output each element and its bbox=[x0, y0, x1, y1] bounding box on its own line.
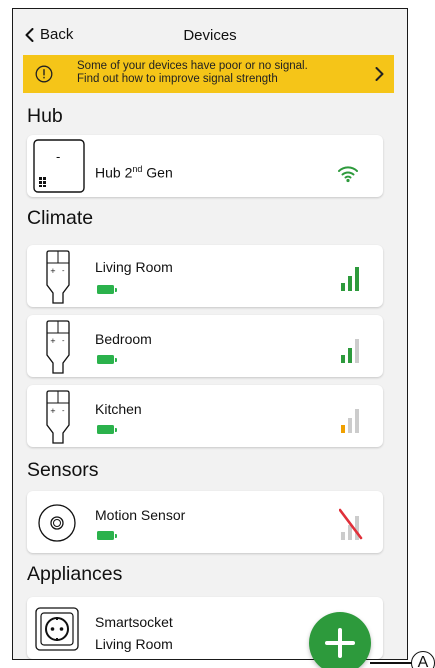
socket-icon bbox=[35, 607, 79, 651]
battery-icon bbox=[97, 285, 117, 294]
banner-text: Some of your devices have poor or no sig… bbox=[77, 60, 367, 86]
warning-icon bbox=[35, 65, 53, 83]
device-card-motion-sensor[interactable]: Motion Sensor bbox=[27, 491, 383, 553]
signal-strength-icon bbox=[341, 267, 359, 291]
device-card-living-room[interactable]: + - Living Room bbox=[27, 245, 383, 307]
device-screen: Back Devices Some of your devices have p… bbox=[12, 8, 408, 660]
section-appliances-heading: Appliances bbox=[27, 563, 123, 585]
device-name-living-room: Living Room bbox=[95, 259, 173, 275]
section-climate-heading: Climate bbox=[27, 207, 94, 229]
wifi-icon bbox=[338, 166, 358, 183]
device-name-smartsocket: Smartsocket Living Room bbox=[95, 614, 173, 652]
device-card-hub[interactable]: - Hub 2nd Gen bbox=[27, 135, 383, 197]
callout-leader-line bbox=[370, 662, 416, 664]
page-title: Devices bbox=[183, 27, 237, 44]
device-name-kitchen: Kitchen bbox=[95, 401, 142, 417]
add-device-button[interactable] bbox=[309, 612, 371, 668]
banner-line-2: Find out how to improve signal strength bbox=[77, 73, 278, 85]
device-card-bedroom[interactable]: + - Bedroom bbox=[27, 315, 383, 377]
no-signal-icon bbox=[339, 508, 363, 540]
hub-device-label: - bbox=[56, 149, 61, 164]
thermostat-icon: + - bbox=[46, 320, 70, 374]
signal-strength-icon bbox=[341, 409, 359, 433]
signal-warning-banner[interactable]: Some of your devices have poor or no sig… bbox=[23, 55, 394, 93]
motion-sensor-icon bbox=[38, 504, 76, 542]
thermostat-icon: + - bbox=[46, 390, 70, 444]
device-name-bedroom: Bedroom bbox=[95, 331, 152, 347]
device-card-kitchen[interactable]: + - Kitchen bbox=[27, 385, 383, 447]
callout-marker: A bbox=[411, 651, 435, 668]
device-name-motion-sensor: Motion Sensor bbox=[95, 507, 186, 523]
top-bar: Back Devices bbox=[13, 9, 407, 55]
hub-name: Hub 2nd Gen bbox=[95, 164, 173, 181]
section-hub-heading: Hub bbox=[27, 105, 63, 127]
battery-icon bbox=[97, 425, 117, 434]
chevron-right-icon bbox=[375, 67, 384, 81]
svg-text:+: + bbox=[50, 267, 56, 275]
battery-icon bbox=[97, 531, 117, 540]
banner-line-1: Some of your devices have poor or no sig… bbox=[77, 60, 308, 72]
section-sensors-heading: Sensors bbox=[27, 459, 99, 481]
svg-text:+: + bbox=[50, 407, 56, 415]
svg-text:+: + bbox=[50, 337, 56, 345]
battery-icon bbox=[97, 355, 117, 364]
hub-device-icon bbox=[33, 139, 85, 193]
signal-strength-icon bbox=[341, 339, 359, 363]
thermostat-icon: + - bbox=[46, 250, 70, 304]
